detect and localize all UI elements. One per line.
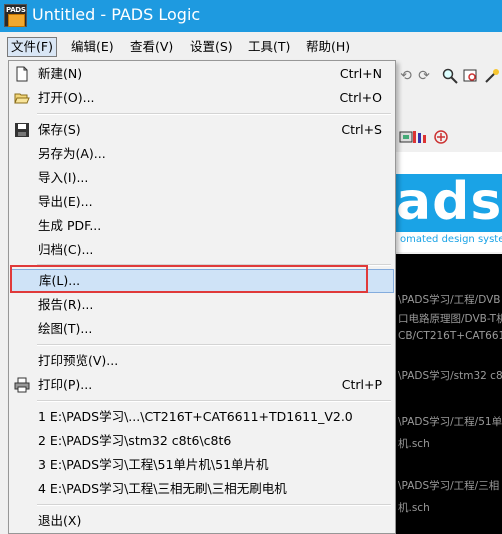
menu-item-generate-pdf[interactable]: 生成 PDF... — [10, 214, 394, 238]
console-line: \PADS学习/工程/DVB — [398, 294, 501, 306]
menu-item-label: 打开(O)... — [38, 90, 95, 105]
menu-tools[interactable]: 工具(T) — [245, 37, 293, 57]
pads-logo-panel: ads omated design system — [396, 152, 502, 252]
console-line: 口电路原理图/DVB-T机 — [398, 313, 502, 325]
menu-item-label: 打印预览(V)... — [38, 353, 119, 368]
menu-item-label: 打印(P)... — [38, 377, 93, 392]
add-bus-icon[interactable] — [433, 129, 449, 145]
menu-bar: 文件(F) 编辑(E) 查看(V) 设置(S) 工具(T) 帮助(H) — [0, 34, 502, 60]
menu-item-label: 生成 PDF... — [38, 218, 102, 233]
window-title: Untitled - PADS Logic — [32, 5, 201, 24]
menu-item-export[interactable]: 导出(E)... — [10, 190, 394, 214]
menu-item-label: 报告(R)... — [38, 297, 94, 312]
menu-item-exit[interactable]: 退出(X) — [10, 509, 394, 533]
printer-icon — [14, 377, 30, 393]
menu-view[interactable]: 查看(V) — [127, 37, 176, 57]
menu-item-open[interactable]: 打开(O)... Ctrl+O — [10, 86, 394, 110]
menu-edit[interactable]: 编辑(E) — [68, 37, 117, 57]
menu-separator — [37, 400, 391, 402]
console-line: 机.sch — [398, 502, 430, 514]
menu-item-label: 4 E:\PADS学习\工程\三相无刷\三相无刷电机 — [38, 481, 287, 496]
menu-item-reports[interactable]: 报告(R)... — [10, 293, 394, 317]
file-menu-dropdown: 新建(N) Ctrl+N 打开(O)... Ctrl+O 保存(S) Ctrl+… — [8, 60, 396, 534]
menu-separator — [37, 344, 391, 346]
zoom-icon[interactable] — [442, 68, 458, 84]
menu-item-print[interactable]: 打印(P)... Ctrl+P — [10, 373, 394, 397]
output-window: \PADS学习/工程/DVB 口电路原理图/DVB-T机 CB/CT216T+C… — [396, 254, 502, 534]
menu-item-shortcut: Ctrl+S — [341, 122, 382, 137]
menu-item-archive[interactable]: 归档(C)... — [10, 238, 394, 262]
new-file-icon — [14, 66, 30, 82]
menu-item-label: 归档(C)... — [38, 242, 94, 257]
menu-item-label: 另存为(A)... — [38, 146, 106, 161]
menu-item-label: 保存(S) — [38, 122, 81, 137]
find-icon[interactable] — [463, 68, 479, 84]
menu-item-print-preview[interactable]: 打印预览(V)... — [10, 349, 394, 373]
redo-icon[interactable]: ⟳ — [416, 68, 432, 84]
left-strip — [0, 60, 8, 534]
menu-file[interactable]: 文件(F) — [7, 37, 57, 57]
menu-item-shortcut: Ctrl+O — [339, 90, 382, 105]
save-disk-icon — [14, 122, 30, 138]
menu-item-recent-2[interactable]: 2 E:\PADS学习\stm32 c8t6\c8t6 — [10, 429, 394, 453]
pads-app-icon[interactable]: PADS — [4, 4, 27, 27]
menu-settings[interactable]: 设置(S) — [187, 37, 236, 57]
annotation-highlight-box — [10, 265, 368, 293]
title-bar: PADS Untitled - PADS Logic — [0, 0, 502, 32]
logo-text: ads — [396, 172, 502, 232]
app-icon-text: PADS — [6, 6, 26, 14]
menu-item-label: 3 E:\PADS学习\工程\51单片机\51单片机 — [38, 457, 269, 472]
menu-item-label: 2 E:\PADS学习\stm32 c8t6\c8t6 — [38, 433, 232, 448]
menu-help[interactable]: 帮助(H) — [303, 37, 353, 57]
menu-item-shortcut: Ctrl+N — [339, 66, 382, 81]
menu-item-recent-4[interactable]: 4 E:\PADS学习\工程\三相无刷\三相无刷电机 — [10, 477, 394, 501]
menu-item-save-as[interactable]: 另存为(A)... — [10, 142, 394, 166]
console-line: \PADS学习/stm32 c8t — [398, 370, 502, 382]
console-line: \PADS学习/工程/51单 — [398, 416, 502, 428]
console-line: 机.sch — [398, 438, 430, 450]
app-icon-box — [8, 14, 25, 27]
menu-item-shortcut: Ctrl+P — [341, 377, 382, 392]
menu-item-label: 新建(N) — [38, 66, 83, 81]
console-line: \PADS学习/工程/三相 — [398, 480, 500, 492]
undo-icon[interactable]: ⟲ — [398, 68, 414, 84]
logo-tagline: omated design system — [400, 234, 502, 245]
menu-item-label: 1 E:\PADS学习\...\CT216T+CAT6611+TD1611_V2… — [38, 409, 353, 424]
open-folder-icon — [14, 90, 30, 106]
menu-item-label: 绘图(T)... — [38, 321, 93, 336]
menu-item-plot[interactable]: 绘图(T)... — [10, 317, 394, 341]
connection-icon[interactable] — [411, 129, 427, 145]
menu-item-label: 导出(E)... — [38, 194, 93, 209]
menu-separator — [37, 113, 391, 115]
wizard-icon[interactable] — [484, 68, 500, 84]
menu-item-label: 导入(I)... — [38, 170, 89, 185]
menu-separator — [37, 504, 391, 506]
menu-item-label: 退出(X) — [38, 513, 82, 528]
menu-item-recent-3[interactable]: 3 E:\PADS学习\工程\51单片机\51单片机 — [10, 453, 394, 477]
console-line: CB/CT216T+CAT6611- — [398, 330, 502, 342]
menu-item-import[interactable]: 导入(I)... — [10, 166, 394, 190]
menu-item-new[interactable]: 新建(N) Ctrl+N — [10, 62, 394, 86]
menu-item-save[interactable]: 保存(S) Ctrl+S — [10, 118, 394, 142]
menu-item-recent-1[interactable]: 1 E:\PADS学习\...\CT216T+CAT6611+TD1611_V2… — [10, 405, 394, 429]
